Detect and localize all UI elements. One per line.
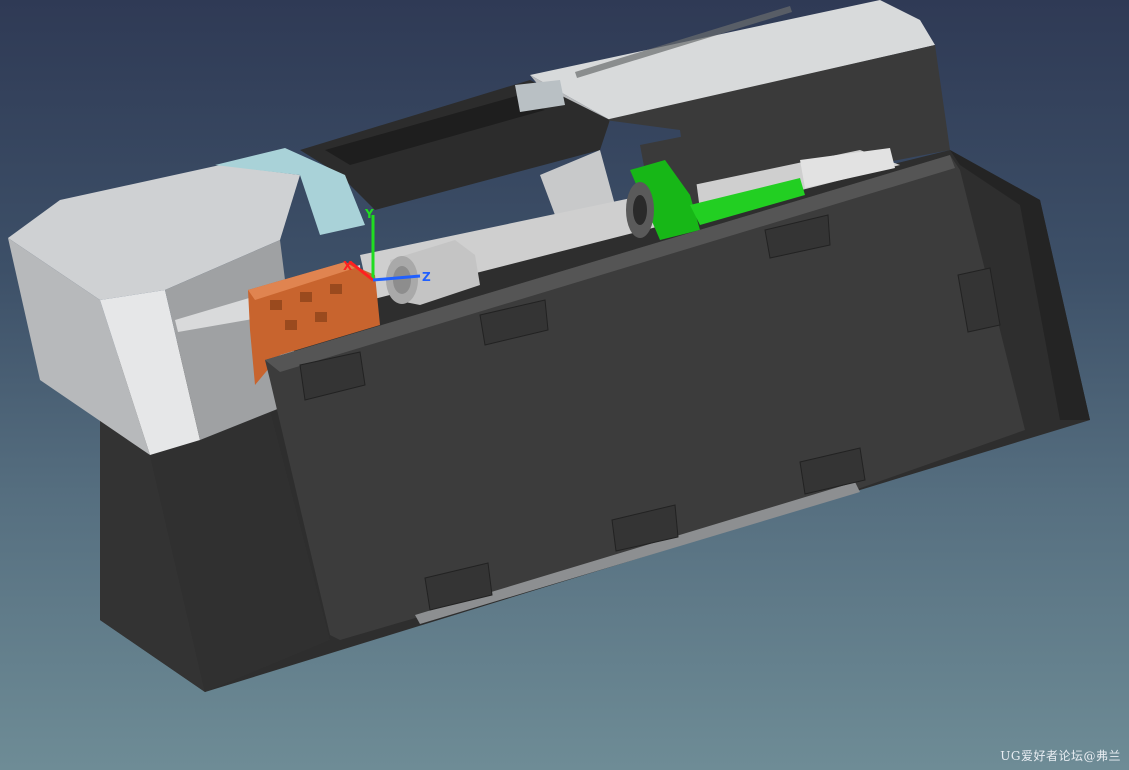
cad-model-scene[interactable]: Y X Z [0,0,1129,770]
y-axis-label: Y [364,207,374,221]
watermark-text: UG爱好者论坛@弗兰 [1000,749,1121,763]
x-axis-label: X [343,259,353,273]
graphics-viewport[interactable]: Y X Z UG爱好者论坛@弗兰 [0,0,1129,770]
z-axis-label: Z [422,270,431,284]
